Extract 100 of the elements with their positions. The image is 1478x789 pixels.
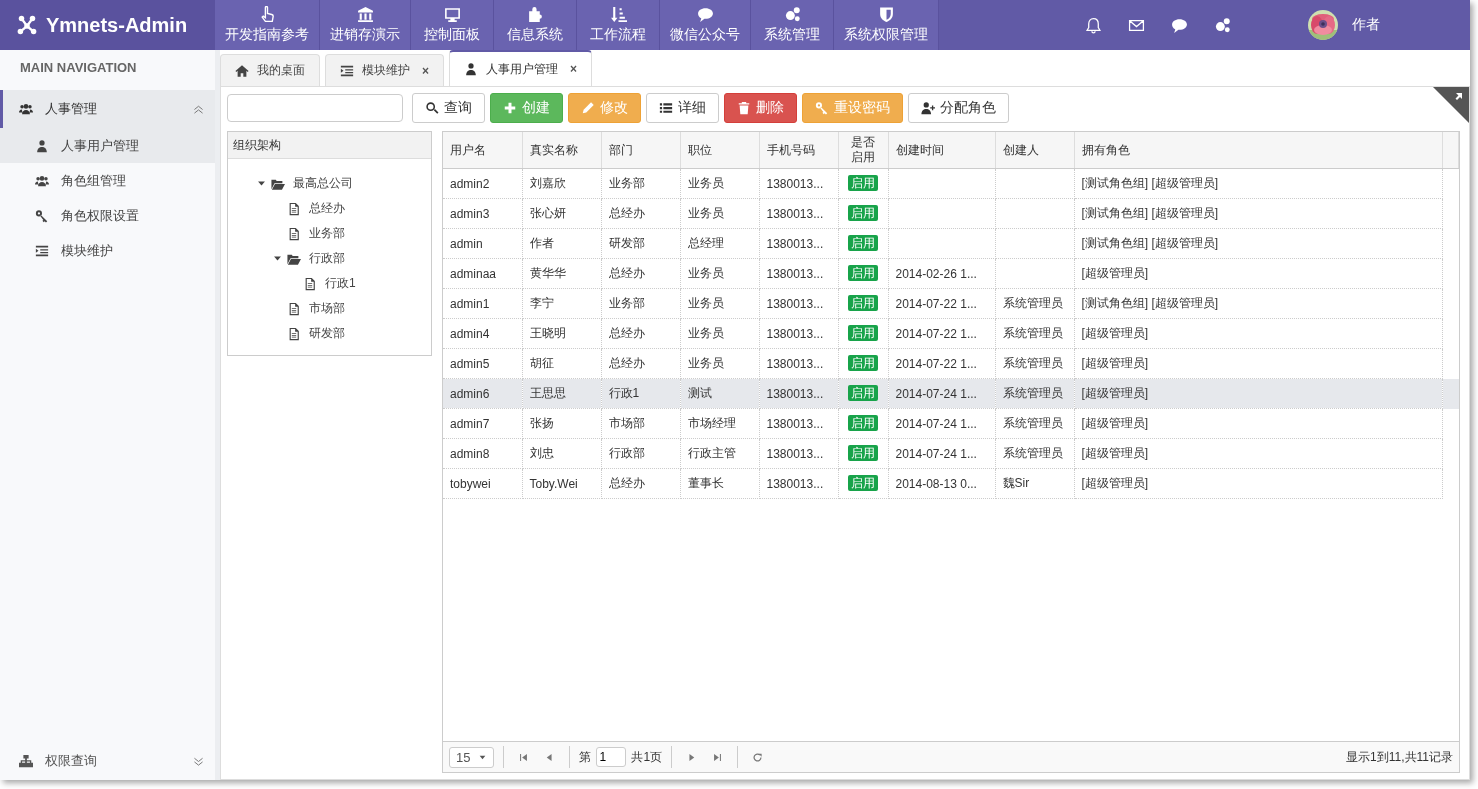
tab[interactable]: 模块维护 × (325, 54, 444, 86)
close-icon[interactable]: × (570, 62, 578, 76)
search-icon (425, 101, 439, 115)
file-icon (287, 301, 301, 316)
table-cell: 系统管理员 (1002, 296, 1063, 310)
table-row[interactable]: admin7 张扬 市场部 市场经理 1380013... 启用 2014-07-24 1... 系统管理员 [超级管理员] (443, 408, 1459, 439)
table-cell: 测试 (687, 386, 712, 400)
tree-node[interactable]: 业务部 (309, 225, 345, 242)
file-icon (287, 201, 301, 216)
table-row[interactable]: adminaa 黄华华 总经办 业务员 1380013... 启用 2014-02-26 1... [超级管理员] (443, 258, 1459, 289)
table-row[interactable]: admin1 李宁 业务部 业务员 1380013... 启用 2014-07-22 1... 系统管理员 [测试角色组] [超级管理员] (443, 288, 1459, 319)
table-cell: admin3 (450, 206, 490, 221)
table-row[interactable]: admin 作者 研发部 总经理 1380013... 启用 [测试角色组] [超级管理员] (443, 228, 1459, 259)
page-input[interactable]: 1 (596, 747, 627, 767)
tab[interactable]: 我的桌面 (220, 54, 320, 86)
table-cell: 2014-07-24 1... (895, 446, 977, 461)
table-cell: 作者 (529, 236, 554, 250)
bank-icon (356, 6, 374, 23)
table-cell: 1380013... (766, 236, 824, 251)
toolbar-button[interactable]: 查询 (412, 93, 485, 123)
table-cell: 总经办 (608, 476, 645, 490)
sidebar-header: MAIN NAVIGATION (19, 59, 138, 77)
collapse-icon (192, 102, 205, 116)
status-badge: 启用 (848, 325, 878, 341)
table-cell: 业务部 (608, 296, 645, 310)
tree-node[interactable]: 行政部 (309, 250, 345, 267)
table-cell: 系统管理员 (1002, 356, 1063, 370)
tree-node[interactable]: 市场部 (309, 300, 345, 317)
chat-icon (1171, 16, 1188, 34)
page-size-select[interactable]: 15 (449, 746, 495, 768)
table-cell: 1380013... (766, 326, 824, 341)
table-row[interactable]: admin4 王晓明 总经办 业务员 1380013... 启用 2014-07-22 1... 系统管理员 [超级管理员] (443, 318, 1459, 349)
table-cell: 魏Sir (1002, 476, 1030, 490)
status-badge: 启用 (848, 415, 878, 431)
fullscreen-button[interactable] (1433, 87, 1469, 123)
tab[interactable]: 人事用户管理 × (449, 50, 593, 86)
user-name[interactable]: 作者 (1352, 16, 1380, 34)
logo-icon (16, 14, 38, 36)
table-cell: 2014-07-22 1... (895, 356, 977, 371)
table-cell: 市场经理 (687, 416, 736, 430)
table-row[interactable]: admin8 刘忠 行政部 行政主管 1380013... 启用 2014-07-24 1... 系统管理员 [超级管理员] (443, 438, 1459, 469)
user-icon (35, 138, 49, 153)
sidebar-item[interactable]: 角色组管理 (0, 163, 215, 198)
table-cell: 总经办 (608, 206, 645, 220)
table-row[interactable]: tobywei Toby.Wei 总经办 董事长 1380013... 启用 2014-08-13 0... 魏Sir [超级管理员] (443, 468, 1459, 499)
table-cell: 2014-07-24 1... (895, 386, 977, 401)
userplus-icon (921, 101, 935, 115)
table-cell: 董事长 (687, 476, 724, 490)
table-cell: 业务员 (687, 176, 724, 190)
tree-node[interactable]: 研发部 (309, 325, 345, 342)
first-page-icon (518, 751, 530, 763)
close-icon[interactable]: × (422, 63, 429, 78)
status-badge: 启用 (848, 235, 878, 251)
table-cell: 2014-07-24 1... (895, 416, 977, 431)
table-cell: 2014-08-13 0... (895, 476, 977, 491)
toolbar-button[interactable]: 分配角色 (908, 93, 1009, 123)
table-cell: 张心妍 (529, 206, 566, 220)
tree-node[interactable]: 总经办 (309, 200, 345, 217)
table-row[interactable]: admin6 王思思 行政1 测试 1380013... 启用 2014-07-24 1... 系统管理员 [超级管理员] (443, 378, 1459, 409)
sidebar-group[interactable]: 人事管理 (0, 90, 215, 128)
file-icon (303, 276, 317, 291)
table-cell: adminaa (450, 266, 497, 281)
toolbar-button[interactable]: 删除 (724, 93, 797, 123)
chat-icon (696, 6, 714, 23)
table-cell: 1380013... (766, 296, 824, 311)
indent-icon (340, 63, 354, 78)
home-icon (235, 63, 249, 78)
table-row[interactable]: admin3 张心妍 总经办 业务员 1380013... 启用 [测试角色组] [超级管理员] (443, 198, 1459, 229)
table-cell: admin7 (450, 416, 490, 431)
tree-node[interactable]: 最高总公司 (293, 175, 353, 192)
indent-icon (35, 243, 49, 258)
table-cell: 1380013... (766, 446, 824, 461)
table-cell: [测试角色组] [超级管理员] (1081, 176, 1219, 190)
sidebar-group[interactable]: 权限查询 (0, 742, 215, 780)
table-cell: 总经办 (608, 326, 645, 340)
bell-icon (1085, 16, 1102, 34)
record-summary: 显示1到11,共11记录 (1346, 748, 1453, 766)
table-cell: 1380013... (766, 386, 824, 401)
sidebar-item[interactable]: 角色权限设置 (0, 198, 215, 233)
table-row[interactable]: admin5 胡征 总经办 业务员 1380013... 启用 2014-07-22 1... 系统管理员 [超级管理员] (443, 348, 1459, 379)
status-badge: 启用 (848, 175, 878, 191)
table-cell: 王晓明 (529, 326, 566, 340)
tree-node[interactable]: 行政1 (325, 275, 356, 292)
search-field[interactable] (227, 94, 403, 122)
table-cell: 2014-07-22 1... (895, 326, 977, 341)
table-cell: 2014-02-26 1... (895, 266, 977, 281)
sidebar-item[interactable]: 模块维护 (0, 233, 215, 268)
sidebar-item[interactable]: 人事用户管理 (0, 128, 215, 163)
table-cell: 1380013... (766, 176, 824, 191)
last-page-icon (712, 751, 724, 763)
table-cell: 行政主管 (687, 446, 736, 460)
table-cell: admin8 (450, 446, 490, 461)
table-cell: 行政1 (608, 386, 640, 400)
table-cell: 总经办 (608, 266, 645, 280)
page-label: 第 (579, 748, 592, 766)
toolbar-button[interactable]: 详细 (646, 93, 719, 123)
panel-title: 组织架构 (228, 132, 431, 159)
table-cell: 研发部 (608, 236, 645, 250)
table-row[interactable]: admin2 刘嘉欣 业务部 业务员 1380013... 启用 [测试角色组] [超级管理员] (443, 168, 1459, 199)
table-cell: [超级管理员] (1081, 266, 1149, 280)
